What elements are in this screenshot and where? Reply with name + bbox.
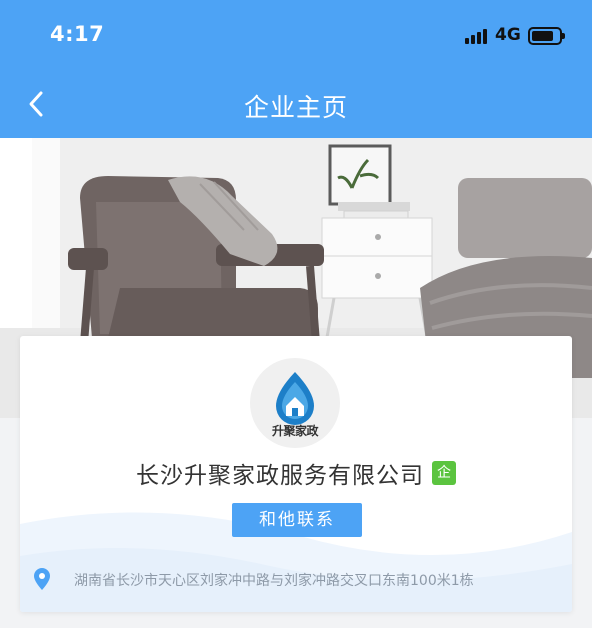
company-address: 湖南省长沙市天心区刘家冲中路与刘家冲路交叉口东南100米1栋 <box>74 573 474 589</box>
header: 4:17 4G 企业主页 <box>0 0 592 138</box>
company-name: 长沙升聚家政服务有限公司 <box>136 463 424 489</box>
page-title: 企业主页 <box>243 93 348 122</box>
network-type: 4G <box>495 25 521 45</box>
battery-icon <box>528 27 565 45</box>
battery-fill <box>532 31 553 41</box>
enterprise-homepage: 4:17 4G 企业主页 升聚家政 长沙升聚家政服务有限公司 企 和他联系 湖南… <box>0 0 592 628</box>
enterprise-badge: 企 <box>432 461 456 485</box>
nav-bar: 企业主页 <box>0 70 592 138</box>
address-row[interactable]: 湖南省长沙市天心区刘家冲中路与刘家冲路交叉口东南100米1栋 <box>34 568 564 592</box>
company-card: 升聚家政 长沙升聚家政服务有限公司企 和他联系 湖南省长沙市天心区刘家冲中路与刘… <box>20 336 572 612</box>
company-logo: 升聚家政 <box>250 358 340 448</box>
signal-icon <box>465 28 491 44</box>
contact-button[interactable]: 和他联系 <box>232 503 362 537</box>
logo-text: 升聚家政 <box>271 424 319 438</box>
status-time: 4:17 <box>50 22 105 46</box>
status-bar: 4:17 4G <box>0 0 592 70</box>
company-name-row: 长沙升聚家政服务有限公司企 <box>20 456 572 490</box>
location-pin-icon <box>34 568 50 590</box>
